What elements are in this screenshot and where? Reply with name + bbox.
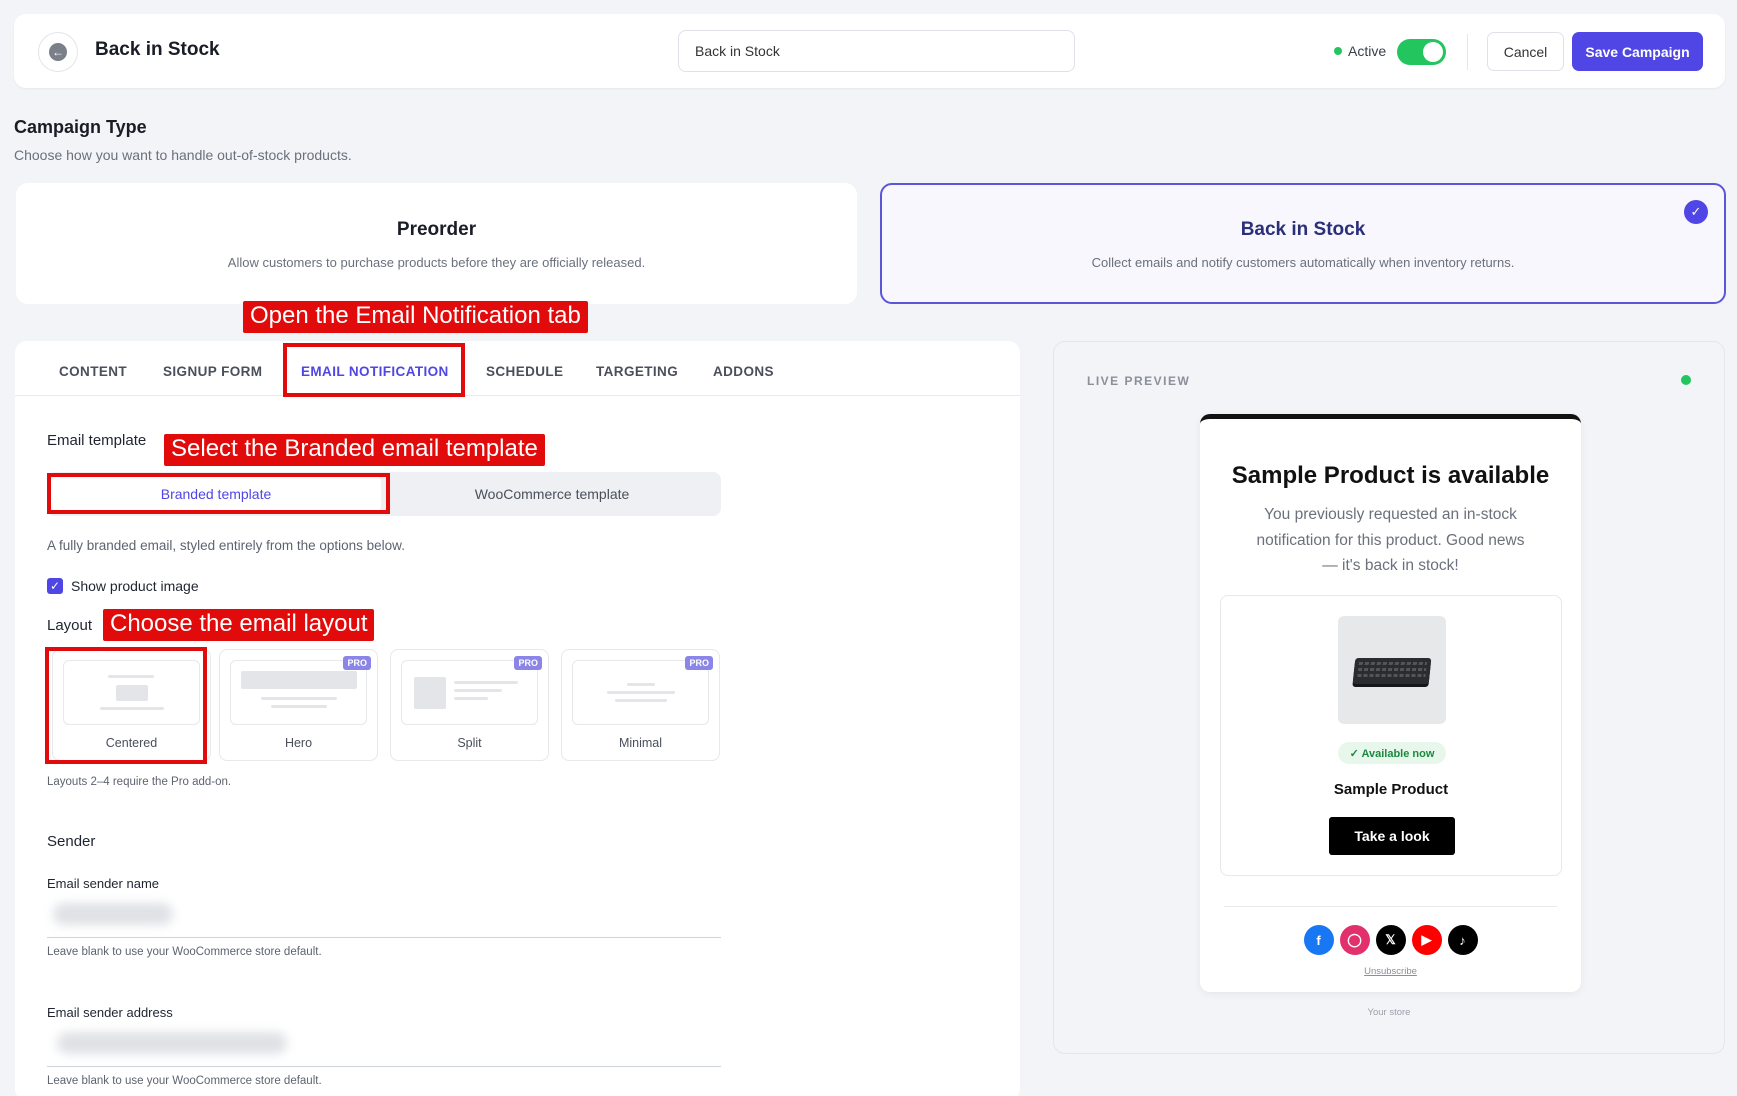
take-a-look-button[interactable]: Take a look <box>1329 817 1455 855</box>
campaign-type-preorder[interactable]: Preorder Allow customers to purchase pro… <box>16 183 857 304</box>
check-icon: ✓ <box>1684 200 1708 224</box>
product-name: Sample Product <box>1333 781 1449 798</box>
status-label: Active <box>1348 43 1387 59</box>
top-bar: ← Back in Stock Active Cancel Save Campa… <box>14 14 1725 88</box>
woocommerce-template-option[interactable]: WooCommerce template <box>387 476 717 512</box>
live-preview-label: LIVE PREVIEW <box>1087 374 1191 388</box>
email-template-label: Email template <box>47 432 147 449</box>
live-indicator-icon <box>1681 375 1691 385</box>
annotation-layout: Choose the email layout <box>103 609 375 641</box>
show-product-image-checkbox[interactable]: ✓ Show product image <box>47 578 199 594</box>
layout-minimal[interactable]: PRO Minimal <box>561 649 720 761</box>
sender-title: Sender <box>47 833 96 850</box>
youtube-icon[interactable]: ▶ <box>1411 925 1442 955</box>
tab-schedule[interactable]: SCHEDULE <box>486 364 563 379</box>
layout-split[interactable]: PRO Split <box>390 649 549 761</box>
cancel-button[interactable]: Cancel <box>1487 32 1564 71</box>
live-preview-panel: LIVE PREVIEW Sample Product is available… <box>1053 341 1725 1054</box>
sender-address-input[interactable] <box>57 1032 287 1054</box>
card-description: Collect emails and notify customers auto… <box>1091 255 1515 270</box>
social-icons: f ◯ 𝕏 ▶ ♪ <box>1200 925 1581 955</box>
email-body: You previously requested an in-stock not… <box>1256 506 1525 574</box>
keyboard-image <box>1352 658 1432 684</box>
active-toggle[interactable] <box>1397 39 1446 65</box>
card-description: Allow customers to purchase products bef… <box>227 255 646 270</box>
sender-name-input[interactable] <box>53 903 173 925</box>
template-help: A fully branded email, styled entirely f… <box>47 538 405 553</box>
tab-signup-form[interactable]: SIGNUP FORM <box>163 364 262 379</box>
sender-name-help: Leave blank to use your WooCommerce stor… <box>47 946 322 958</box>
tab-targeting[interactable]: TARGETING <box>596 364 678 379</box>
layout-caption: Split <box>457 736 482 750</box>
toggle-knob <box>1423 42 1443 62</box>
divider <box>1467 34 1468 70</box>
campaign-type-title: Campaign Type <box>14 117 147 137</box>
card-title: Back in Stock <box>1240 219 1366 240</box>
layout-label: Layout <box>47 617 93 634</box>
unsubscribe-link[interactable]: Unsubscribe <box>1200 966 1581 977</box>
x-icon[interactable]: 𝕏 <box>1375 925 1406 955</box>
card-title: Preorder <box>396 219 477 240</box>
status-indicator: Active <box>1334 43 1386 59</box>
status-dot-icon <box>1334 47 1342 55</box>
back-button[interactable]: ← <box>38 32 78 72</box>
back-arrow-icon: ← <box>49 43 67 61</box>
instagram-icon[interactable]: ◯ <box>1339 925 1370 955</box>
product-image <box>1338 616 1446 724</box>
campaign-type-back-in-stock[interactable]: ✓ Back in Stock Collect emails and notif… <box>880 183 1726 304</box>
layout-caption: Minimal <box>618 736 663 750</box>
available-badge: ✓ Available now <box>1338 742 1446 764</box>
save-campaign-button[interactable]: Save Campaign <box>1572 32 1703 71</box>
product-card: ✓ Available now Sample Product Take a lo… <box>1220 595 1562 876</box>
facebook-icon[interactable]: f <box>1303 925 1334 955</box>
checkbox-check-icon: ✓ <box>47 578 63 594</box>
campaign-name-input[interactable] <box>678 30 1075 72</box>
layout-help: Layouts 2–4 require the Pro add-on. <box>47 776 232 788</box>
annotation-tab: Open the Email Notification tab <box>243 301 588 333</box>
tab-bar: CONTENT SIGNUP FORM EMAIL NOTIFICATION S… <box>15 341 1020 396</box>
highlight-centered-layout <box>45 647 207 764</box>
highlight-branded-template <box>47 473 390 514</box>
highlight-email-tab <box>283 343 465 397</box>
sender-address-help: Leave blank to use your WooCommerce stor… <box>47 1075 322 1087</box>
campaign-type-subtitle: Choose how you want to handle out-of-sto… <box>14 147 352 163</box>
layout-hero[interactable]: PRO Hero <box>219 649 378 761</box>
page-title: Back in Stock <box>95 39 220 60</box>
email-divider <box>1224 906 1557 907</box>
email-title: Sample Product is available <box>1231 462 1550 489</box>
tiktok-icon[interactable]: ♪ <box>1447 925 1478 955</box>
pro-badge: PRO <box>514 656 542 670</box>
sender-address-label: Email sender address <box>47 1005 173 1020</box>
store-footer: Your store <box>1367 1007 1411 1018</box>
layout-caption: Hero <box>284 736 313 750</box>
tab-content[interactable]: CONTENT <box>59 364 127 379</box>
input-underline <box>47 1066 721 1067</box>
sender-name-label: Email sender name <box>47 876 159 891</box>
input-underline <box>47 937 721 938</box>
annotation-template: Select the Branded email template <box>164 434 545 466</box>
checkbox-label: Show product image <box>71 578 199 594</box>
pro-badge: PRO <box>685 656 713 670</box>
pro-badge: PRO <box>343 656 371 670</box>
tab-addons[interactable]: ADDONS <box>713 364 774 379</box>
email-preview: Sample Product is available You previous… <box>1200 414 1581 992</box>
